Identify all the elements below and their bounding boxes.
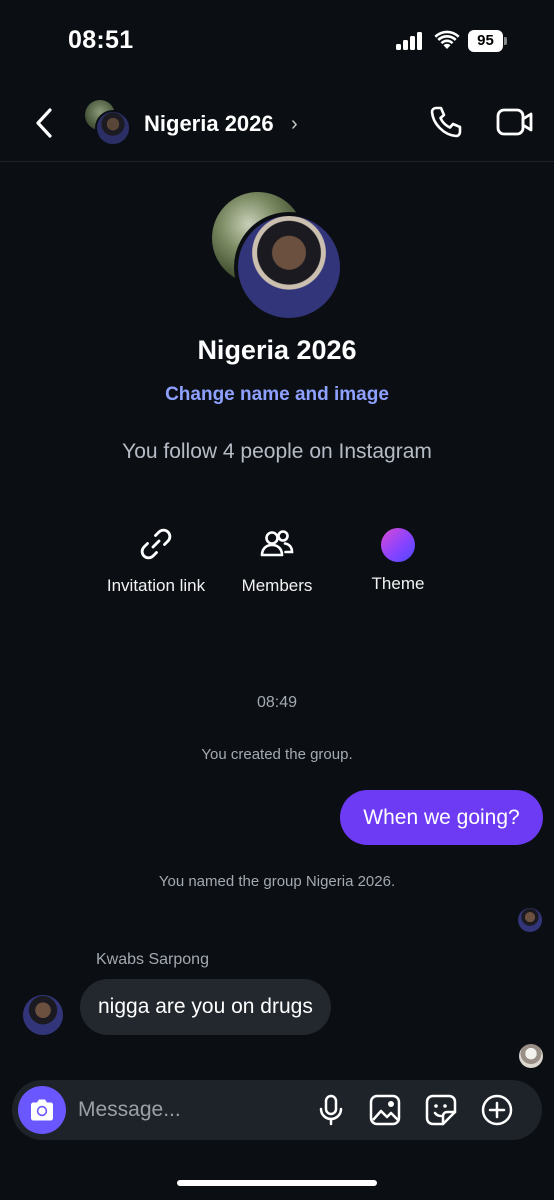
follow-count-text: You follow 4 people on Instagram: [122, 440, 432, 463]
group-photo-front[interactable]: [234, 212, 344, 322]
battery-icon: 95: [468, 30, 508, 52]
invitation-link-button[interactable]: Invitation link: [86, 524, 226, 596]
gallery-icon[interactable]: [368, 1093, 402, 1127]
incoming-message-bubble[interactable]: nigga are you on drugs: [80, 979, 331, 1035]
theme-label: Theme: [371, 574, 425, 593]
theme-button[interactable]: Theme: [328, 524, 468, 594]
home-indicator: [177, 1180, 377, 1186]
group-name: Nigeria 2026: [197, 335, 357, 365]
members-label: Members: [241, 576, 313, 595]
camera-icon: [31, 1099, 53, 1121]
sender-name: Kwabs Sarpong: [96, 951, 209, 968]
sender-avatar[interactable]: [23, 995, 63, 1035]
phone-call-icon[interactable]: [428, 104, 464, 140]
header-group-title[interactable]: Nigeria 2026: [144, 111, 274, 137]
video-call-icon[interactable]: [496, 106, 534, 138]
cellular-signal-icon: [396, 32, 424, 50]
status-time: 08:51: [68, 26, 134, 54]
sticker-icon[interactable]: [424, 1093, 458, 1127]
message-input[interactable]: [78, 1094, 298, 1126]
system-message-named: You named the group Nigeria 2026.: [158, 873, 396, 890]
microphone-icon[interactable]: [314, 1093, 348, 1127]
change-name-and-image-link[interactable]: Change name and image: [0, 384, 554, 406]
back-arrow-icon[interactable]: [30, 106, 60, 140]
camera-button[interactable]: [18, 1086, 66, 1134]
battery-level: 95: [468, 30, 503, 52]
seen-by-avatar: [519, 1044, 543, 1068]
header-divider: [0, 161, 554, 162]
theme-swatch-icon: [381, 528, 415, 562]
members-icon: [260, 530, 294, 557]
group-avatar-front[interactable]: [95, 110, 131, 146]
system-message-created: You created the group.: [201, 746, 353, 763]
chevron-right-icon[interactable]: ›: [291, 113, 298, 136]
outgoing-message-bubble[interactable]: When we going?: [340, 790, 543, 845]
add-circle-icon[interactable]: [480, 1093, 514, 1127]
wifi-icon: [434, 30, 460, 49]
members-button[interactable]: Members: [207, 524, 347, 596]
link-icon: [140, 528, 172, 560]
seen-by-avatar: [518, 908, 542, 932]
invitation-link-label: Invitation link: [106, 576, 206, 595]
chat-timestamp: 08:49: [256, 694, 298, 711]
